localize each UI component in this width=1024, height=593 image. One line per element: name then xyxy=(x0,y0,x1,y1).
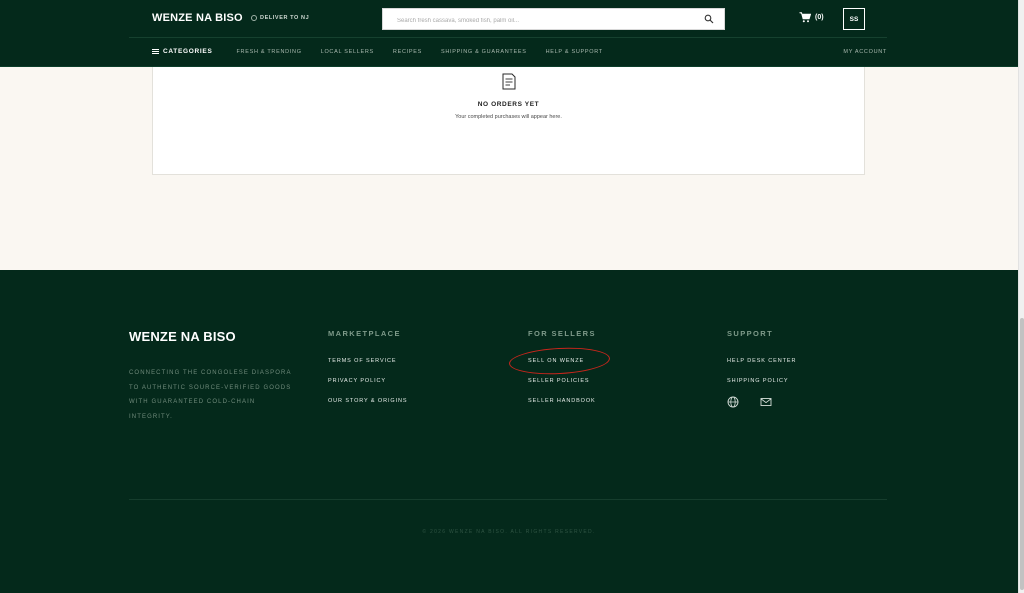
hamburger-icon xyxy=(152,49,159,54)
empty-orders-title: NO ORDERS YET xyxy=(477,101,540,108)
footer-link-privacy[interactable]: PRIVACY POLICY xyxy=(328,378,407,384)
globe-icon[interactable] xyxy=(727,395,739,408)
search-icon[interactable] xyxy=(704,14,714,24)
footer-copyright: © 2026 WENZE NA BISO. ALL RIGHTS RESERVE… xyxy=(422,529,596,535)
scrollbar-thumb[interactable] xyxy=(1020,318,1024,590)
footer-logo[interactable]: WENZE NA BISO xyxy=(129,329,236,344)
footer-marketplace-heading: MARKETPLACE xyxy=(328,329,401,338)
location-pin-icon xyxy=(251,15,257,21)
footer-link-seller-policies[interactable]: SELLER POLICIES xyxy=(528,378,596,384)
footer-support-column: SUPPORT HELP DESK CENTER SHIPPING POLICY xyxy=(727,329,796,408)
footer-divider xyxy=(129,499,887,500)
footer-support-heading: SUPPORT xyxy=(727,329,774,338)
nav-link-help-support[interactable]: HELP & SUPPORT xyxy=(546,49,603,55)
footer-link-terms[interactable]: TERMS OF SERVICE xyxy=(328,358,407,364)
footer-link-help-desk[interactable]: HELP DESK CENTER xyxy=(727,358,796,364)
nav-link-shipping-guarantees[interactable]: SHIPPING & GUARANTEES xyxy=(441,49,527,55)
deliver-location[interactable]: DELIVER TO NJ xyxy=(251,15,309,21)
cart-count: (0) xyxy=(815,14,824,21)
orders-card: NO ORDERS YET Your completed purchases w… xyxy=(152,60,865,175)
cart-icon xyxy=(799,12,811,23)
user-avatar-button[interactable]: SS xyxy=(843,8,865,30)
page-scrollbar[interactable] xyxy=(1018,0,1024,593)
categories-label: CATEGORIES xyxy=(163,48,213,55)
search-bar xyxy=(382,8,725,31)
footer-social-icons xyxy=(727,395,796,408)
receipt-icon xyxy=(502,73,516,90)
site-logo[interactable]: WENZE NA BISO xyxy=(152,12,243,24)
nav-link-recipes[interactable]: RECIPES xyxy=(393,49,422,55)
site-footer: WENZE NA BISO CONNECTING THE CONGOLESE D… xyxy=(0,270,1018,593)
nav-link-fresh-trending[interactable]: FRESH & TRENDING xyxy=(237,49,302,55)
top-header: WENZE NA BISO DELIVER TO NJ (0) SS xyxy=(0,0,1018,67)
main-nav: CATEGORIES FRESH & TRENDING LOCAL SELLER… xyxy=(152,48,622,55)
footer-marketplace-column: MARKETPLACE TERMS OF SERVICE PRIVACY POL… xyxy=(328,329,407,417)
categories-menu-button[interactable]: CATEGORIES xyxy=(152,48,213,55)
footer-link-shipping-policy[interactable]: SHIPPING POLICY xyxy=(727,378,796,384)
mail-icon[interactable] xyxy=(760,395,772,407)
footer-link-our-story[interactable]: OUR STORY & ORIGINS xyxy=(328,398,407,404)
footer-tagline: CONNECTING THE CONGOLESE DIASPORA TO AUT… xyxy=(129,370,292,420)
cart-button[interactable]: (0) xyxy=(799,12,824,23)
search-input[interactable] xyxy=(383,11,683,31)
header-divider xyxy=(129,37,887,38)
my-account-link[interactable]: MY ACCOUNT xyxy=(843,49,887,55)
nav-link-local-sellers[interactable]: LOCAL SELLERS xyxy=(321,49,374,55)
footer-sellers-heading: FOR SELLERS xyxy=(528,329,596,338)
header-inner: WENZE NA BISO DELIVER TO NJ (0) SS xyxy=(129,0,887,67)
empty-orders-subtitle: Your completed purchases will appear her… xyxy=(455,114,562,120)
deliver-label: DELIVER TO NJ xyxy=(260,15,310,21)
footer-link-seller-handbook[interactable]: SELLER HANDBOOK xyxy=(528,398,596,404)
